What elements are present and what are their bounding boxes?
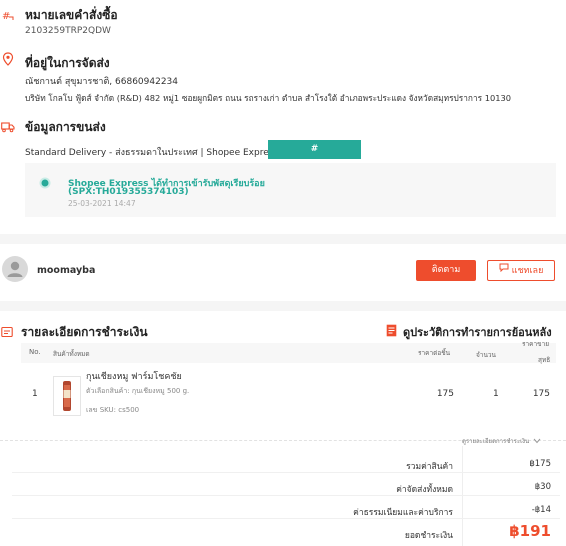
product-sku: เลข SKU: cs500 <box>86 406 140 414</box>
shipping-fee-value: ฿30 <box>534 482 551 492</box>
row-qty: 1 <box>493 389 499 399</box>
chat-button[interactable]: แชทเลย <box>487 260 555 281</box>
tracking-status-line2: (SPX:TH019355374103) <box>68 187 189 197</box>
row-net-price: 175 <box>532 389 550 399</box>
tracking-status-time: 25-03-2021 14:47 <box>68 199 136 208</box>
summary-row-divider <box>12 518 560 519</box>
svg-text:#: # <box>2 11 10 21</box>
status-dot-icon <box>39 174 51 193</box>
col-qty: จำนวน <box>476 351 496 359</box>
follow-button[interactable]: ติดตาม <box>416 260 476 281</box>
payment-details-title: รายละเอียดการชำระเงิน <box>21 325 148 339</box>
order-number: 2103259TRP2QDW <box>25 26 111 36</box>
seller-avatar[interactable] <box>2 256 28 282</box>
chevron-down-icon <box>533 438 541 446</box>
payment-details-toggle[interactable]: ดูรายละเอียดการชำระเงิน <box>462 436 541 446</box>
shipping-method: Standard Delivery - ส่งธรรมดาในประเทศ | … <box>25 148 279 158</box>
section-divider <box>0 301 566 311</box>
shipping-fee-label: ค่าจัดส่งทั้งหมด <box>396 485 453 495</box>
chat-button-label: แชทเลย <box>511 266 544 276</box>
col-items: สินค้าทั้งหมด <box>53 350 90 358</box>
subtotal-label: รวมค่าสินค้า <box>406 462 453 472</box>
address-title: ที่อยู่ในการจัดส่ง <box>25 56 110 70</box>
col-no: No. <box>29 348 41 356</box>
truck-icon <box>1 118 15 137</box>
recipient-name-phone: ณัชกานต์ สุขุมารชาติ, 66860942234 <box>25 77 178 87</box>
shipping-info-title: ข้อมูลการขนส่ง <box>25 120 106 134</box>
order-hash-icon: # <box>2 6 14 25</box>
summary-row-divider <box>12 472 560 473</box>
receipt-icon <box>1 323 13 342</box>
row-no: 1 <box>32 389 38 399</box>
col-unit-price: ราคาต่อชิ้น <box>418 349 451 357</box>
payment-details-toggle-label: ดูรายละเอียดการชำระเงิน <box>462 438 530 445</box>
section-divider <box>0 234 566 244</box>
col-net-price-line2: สุทธิ <box>538 356 551 364</box>
tracking-number-tag[interactable]: # TH019355374103 <box>268 140 361 173</box>
address-line: บริษัท โกลโบ ฟู้ดส์ จำกัด (R&D) 482 หมู่… <box>25 93 512 103</box>
col-net-price-line1: ราคาขาย <box>522 340 550 348</box>
total-value: ฿191 <box>509 522 551 540</box>
service-fee-label: ค่าธรรมเนียมและค่าบริการ <box>353 508 453 518</box>
summary-row-divider <box>12 495 560 496</box>
service-fee-value: -฿14 <box>531 505 551 515</box>
order-number-title: หมายเลขคำสั่งซื้อ <box>25 8 118 22</box>
location-pin-icon <box>2 51 14 70</box>
total-label: ยอดชำระเงิน <box>404 531 453 541</box>
summary-column-divider <box>462 446 463 546</box>
row-unit-price: 175 <box>436 389 454 399</box>
product-variant: ตัวเลือกสินค้า: กุนเชียงหมู 500 g. <box>86 387 190 395</box>
document-icon <box>386 322 397 341</box>
product-name[interactable]: กุนเชียงหมู ฟาร์มโชคชัย <box>86 369 182 383</box>
seller-name[interactable]: moomayba <box>37 265 95 276</box>
product-thumbnail[interactable] <box>53 376 81 416</box>
subtotal-value: ฿175 <box>529 459 551 469</box>
chat-icon <box>499 261 509 280</box>
